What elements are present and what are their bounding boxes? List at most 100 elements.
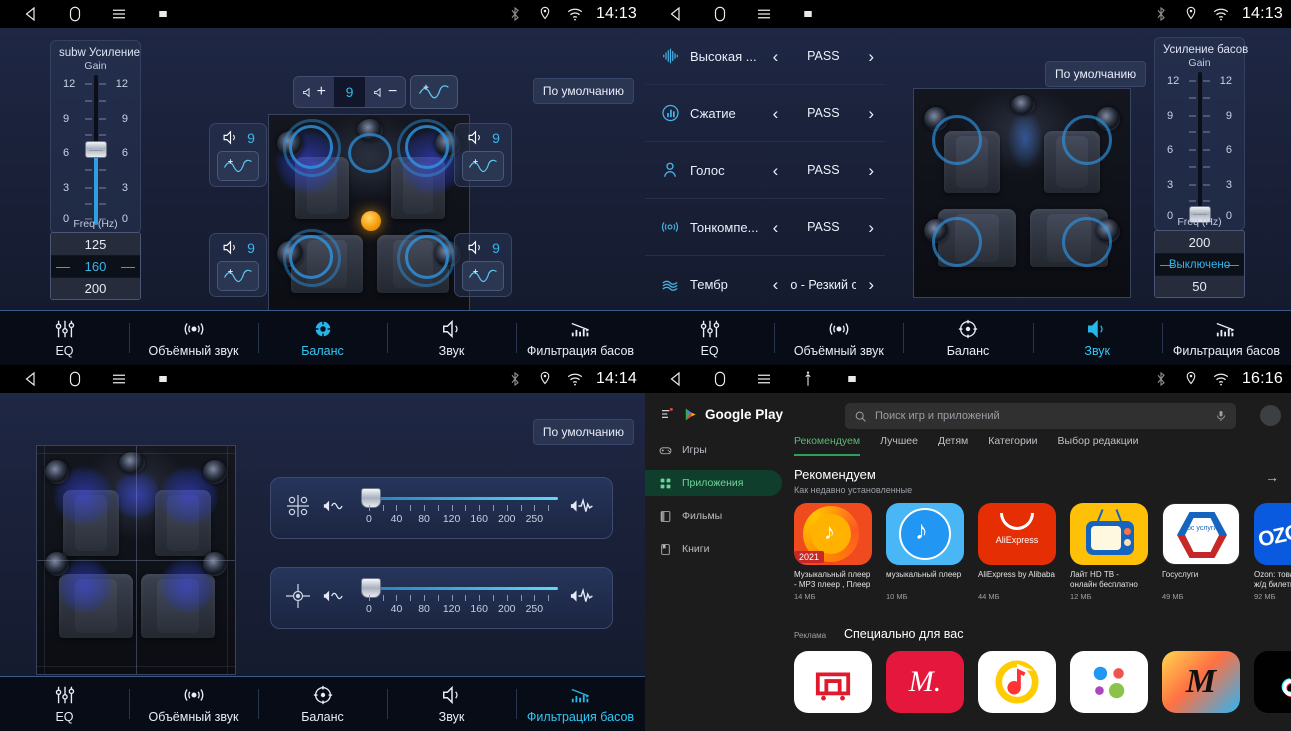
prev-arrow[interactable]: ‹: [770, 105, 782, 122]
tab-surround[interactable]: Объёмный звук: [129, 311, 258, 365]
home-icon[interactable]: [711, 5, 729, 23]
sound-row-compression[interactable]: Сжатие ‹ PASS ›: [645, 85, 885, 142]
app-card[interactable]: ♪ музыкальный плеер 10 МБ: [886, 503, 964, 601]
search-input-placeholder[interactable]: Поиск игр и приложений: [875, 410, 1207, 422]
app-card[interactable]: Лайт HD ТВ - онлайн бесплатно 12 МБ: [1070, 503, 1148, 601]
yandex-music-icon[interactable]: [978, 651, 1056, 713]
hamburger-dot-icon[interactable]: [659, 406, 677, 422]
tab-categories[interactable]: Категории: [988, 435, 1037, 456]
section-more-arrow[interactable]: →: [1265, 469, 1279, 485]
pod-curve-rear-left[interactable]: [217, 261, 259, 291]
volume-down-button[interactable]: −: [365, 77, 405, 107]
back-icon[interactable]: [22, 5, 40, 23]
next-arrow[interactable]: ›: [865, 48, 877, 65]
tab-sound[interactable]: Звук: [387, 311, 516, 365]
sound-row-high-freq[interactable]: Высокая ... ‹ PASS ›: [645, 28, 885, 85]
tab-surround[interactable]: Объёмный звук: [774, 311, 903, 365]
bass-freq-selected[interactable]: Выключено: [1155, 253, 1244, 275]
home-icon[interactable]: [66, 5, 84, 23]
tab-top[interactable]: Лучшее: [880, 435, 918, 456]
next-arrow[interactable]: ›: [865, 105, 877, 122]
home-icon[interactable]: [66, 370, 84, 388]
bass-freq-below[interactable]: 50: [1155, 275, 1244, 297]
tab-eq[interactable]: EQ: [0, 677, 129, 731]
nav-item-movies[interactable]: Фильмы: [645, 503, 782, 529]
screenshot-icon[interactable]: [843, 370, 861, 388]
bass-filter-slider-2[interactable]: 0 40 80 120 160 200 250: [361, 575, 558, 621]
tab-eq[interactable]: EQ: [0, 311, 129, 365]
freq-option-selected[interactable]: 160: [51, 255, 140, 277]
mts-music-icon[interactable]: M: [1162, 651, 1240, 713]
tab-editors-choice[interactable]: Выбор редакции: [1058, 435, 1139, 456]
app-card[interactable]: OZON 24/7 Ozon: товары, авиа, ж/д билеты…: [1254, 503, 1291, 601]
prev-arrow[interactable]: ‹: [770, 276, 782, 293]
microphone-icon[interactable]: [1215, 409, 1227, 423]
avatar[interactable]: [1260, 405, 1281, 426]
pod-curve-front-left[interactable]: [217, 151, 259, 181]
bass-filter-slider-1[interactable]: 0 40 80 120 160 200 250: [361, 485, 558, 531]
app-card[interactable]: гос услуги Госуслуги 49 МБ: [1162, 503, 1240, 601]
menu-icon[interactable]: [755, 5, 773, 23]
tiktok-icon[interactable]: [1254, 651, 1291, 713]
nav-item-books[interactable]: Книги: [645, 536, 782, 562]
sound-row-voice[interactable]: Голос ‹ PASS ›: [645, 142, 885, 199]
prev-arrow[interactable]: ‹: [770, 162, 782, 179]
pod-curve-rear-right[interactable]: [462, 261, 504, 291]
play-logo[interactable]: Google Play: [645, 393, 790, 422]
balance-position-handle[interactable]: [361, 211, 381, 231]
car-speaker-diagram-balance[interactable]: [268, 114, 470, 324]
bass-gain-slider[interactable]: 12 12 9 9 6 6 3 3 0 0: [1163, 72, 1236, 223]
tab-bass-filter[interactable]: Фильтрация басов: [1161, 311, 1291, 365]
menu-icon[interactable]: [110, 5, 128, 23]
default-button-sound[interactable]: По умолчанию: [1045, 61, 1147, 87]
prev-arrow[interactable]: ‹: [770, 219, 782, 236]
default-button-bass-filter[interactable]: По умолчанию: [532, 419, 634, 445]
magnit-icon[interactable]: [794, 651, 872, 713]
master-curve-button[interactable]: [410, 75, 458, 109]
gain-knob[interactable]: [84, 141, 107, 158]
app-card[interactable]: AliExpress AliExpress by Alibaba 44 МБ: [978, 503, 1056, 601]
next-arrow[interactable]: ›: [865, 162, 877, 179]
tab-recommended[interactable]: Рекомендуем: [794, 435, 861, 456]
bass-freq-above[interactable]: 200: [1155, 231, 1244, 253]
back-icon[interactable]: [667, 5, 685, 23]
search-bar[interactable]: Поиск игр и приложений: [845, 403, 1236, 429]
tab-bass-filter[interactable]: Фильтрация басов: [516, 311, 645, 365]
freq-option-above[interactable]: 125: [51, 233, 140, 255]
tab-kids[interactable]: Детям: [938, 435, 968, 456]
prev-arrow[interactable]: ‹: [770, 48, 782, 65]
screenshot-icon[interactable]: [154, 5, 172, 23]
master-volume-stepper[interactable]: + 9 −: [293, 76, 406, 108]
back-icon[interactable]: [667, 370, 685, 388]
sound-row-loudness[interactable]: Тонкомпе... ‹ PASS ›: [645, 199, 885, 256]
tab-balance[interactable]: Баланс: [258, 311, 387, 365]
back-icon[interactable]: [22, 370, 40, 388]
screenshot-icon[interactable]: [799, 5, 817, 23]
tab-eq[interactable]: EQ: [645, 311, 774, 365]
tab-balance[interactable]: Баланс: [258, 677, 387, 731]
next-arrow[interactable]: ›: [865, 276, 877, 293]
nav-item-games[interactable]: Игры: [645, 437, 782, 463]
freq-option-below[interactable]: 200: [51, 277, 140, 299]
mvideo-icon[interactable]: М.: [886, 651, 964, 713]
car-speaker-diagram-bass[interactable]: [36, 445, 236, 675]
next-arrow[interactable]: ›: [865, 219, 877, 236]
tab-surround[interactable]: Объёмный звук: [129, 677, 258, 731]
tab-balance[interactable]: Баланс: [903, 311, 1032, 365]
subwoofer-gain-slider[interactable]: 12 12 9 9 6 6 3 3 0 0: [59, 75, 132, 225]
nav-item-apps[interactable]: Приложения: [645, 470, 782, 496]
home-icon[interactable]: [711, 370, 729, 388]
sound-row-timbre[interactable]: Тембр ‹ о - Резкий спа ›: [645, 256, 885, 313]
volume-up-button[interactable]: +: [294, 77, 334, 107]
odnoklassniki-icon[interactable]: [1070, 651, 1148, 713]
tab-sound[interactable]: Звук: [387, 677, 516, 731]
default-button-balance[interactable]: По умолчанию: [532, 78, 634, 104]
screenshot-icon[interactable]: [154, 370, 172, 388]
menu-icon[interactable]: [755, 370, 773, 388]
app-card[interactable]: ♪ 2021 Музыкальный плеер - MP3 плеер , П…: [794, 503, 872, 601]
tab-sound[interactable]: Звук: [1032, 311, 1162, 365]
car-speaker-diagram-sound[interactable]: [913, 88, 1131, 298]
menu-icon[interactable]: [110, 370, 128, 388]
pod-curve-front-right[interactable]: [462, 151, 504, 181]
tab-bass-filter[interactable]: Фильтрация басов: [516, 677, 645, 731]
